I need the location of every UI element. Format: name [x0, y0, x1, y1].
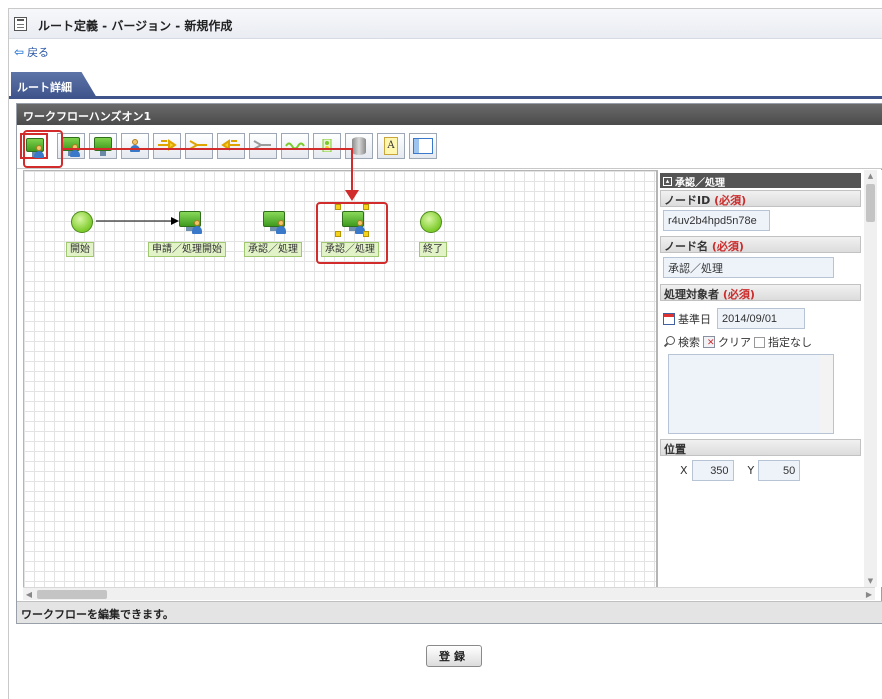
x-field[interactable] [691, 460, 734, 481]
tab-row: ルート詳細 [9, 72, 882, 98]
selection-handle[interactable] [335, 231, 341, 237]
canvas-hscrollbar[interactable]: ◀ ▶ [23, 587, 875, 600]
collapse-icon[interactable]: ▴ [663, 176, 672, 186]
apply-node-icon[interactable] [179, 211, 203, 235]
status-bar: ワークフローを編集できます。 [17, 601, 882, 623]
node-name-field[interactable] [663, 257, 834, 278]
selection-handle[interactable] [335, 204, 341, 210]
clear-link[interactable]: クリア [718, 334, 751, 350]
selection-handle[interactable] [363, 204, 369, 210]
scroll-thumb[interactable] [866, 184, 875, 222]
tab-route-detail[interactable]: ルート詳細 [11, 72, 97, 98]
position-row: X Y [680, 460, 801, 481]
drag-annotation-line [351, 148, 353, 194]
y-label: Y [747, 464, 755, 477]
hscroll-thumb[interactable] [37, 590, 107, 599]
document-icon [14, 17, 27, 31]
base-date-label: 基準日 [678, 312, 711, 326]
wait-tool-icon[interactable] [281, 133, 309, 159]
register-button[interactable]: 登録 [426, 645, 482, 667]
merge-tool-icon[interactable] [185, 133, 213, 159]
properties-title: ▴ 承認／処理 [660, 173, 861, 189]
connector-arrow [96, 217, 179, 225]
approve-node-1-icon[interactable] [263, 211, 287, 235]
process-node-tool-icon[interactable] [89, 133, 117, 159]
position-header: 位置 [660, 439, 861, 456]
no-spec-checkbox[interactable] [754, 336, 765, 348]
highlight-tool-button [23, 130, 63, 168]
target-list[interactable] [668, 354, 834, 434]
scroll-up-icon[interactable]: ▲ [864, 170, 877, 182]
back-label[interactable]: 戻る [27, 44, 49, 60]
drag-annotation-line [61, 148, 353, 150]
search-link[interactable]: 検索 [678, 334, 700, 350]
clear-icon[interactable] [703, 336, 715, 348]
start-node-icon[interactable] [71, 211, 93, 233]
calendar-icon[interactable] [663, 312, 675, 325]
user-node-tool-icon[interactable] [121, 133, 149, 159]
apply-node-label: 申請／処理開始 [148, 242, 226, 257]
end-node-label: 終了 [419, 242, 447, 257]
parallel-start-tool-icon[interactable] [217, 133, 245, 159]
base-date-field[interactable] [717, 308, 805, 329]
properties-panel: ▴ 承認／処理 ノードID (必須) ノード名 (必須) 処理対象者 (必須) … [657, 170, 882, 587]
target-list-scrollbar[interactable] [820, 355, 833, 433]
database-tool-icon[interactable] [345, 133, 373, 159]
target-actions-row: 検索 クリア 指定なし [663, 334, 812, 350]
y-field[interactable] [758, 460, 801, 481]
text-tool-icon[interactable]: A [377, 133, 405, 159]
start-node-label: 開始 [66, 242, 94, 257]
editor-title: ワークフローハンズオン1 [17, 104, 882, 125]
branch-tool-icon[interactable] [153, 133, 181, 159]
workflow-editor: ワークフローハンズオン1 A 開始 申請／処理開始 承認／処理 承認／処理 終了… [16, 103, 882, 624]
node-id-header: ノードID (必須) [660, 190, 861, 207]
node-id-field[interactable] [663, 210, 770, 231]
frame-tool-icon[interactable] [409, 133, 437, 159]
no-spec-label: 指定なし [768, 336, 812, 349]
page-title: ルート定義 - バージョン - 新規作成 [38, 19, 233, 33]
workflow-canvas[interactable]: 開始 申請／処理開始 承認／処理 承認／処理 終了 [23, 170, 657, 600]
properties-scrollbar[interactable]: ▲ ▼ [864, 170, 877, 587]
x-label: X [680, 464, 688, 477]
back-link[interactable]: ⇦ 戻る [14, 45, 49, 59]
scroll-down-icon[interactable]: ▼ [864, 575, 877, 587]
drag-annotation-arrow-icon [345, 190, 359, 201]
scroll-right-icon[interactable]: ▶ [863, 588, 875, 601]
node-name-header: ノード名 (必須) [660, 236, 861, 253]
approve-node-1-label: 承認／処理 [244, 242, 302, 257]
approve-node-2-label: 承認／処理 [321, 242, 379, 257]
properties-title-text: 承認／処理 [675, 177, 725, 189]
tab-underline [9, 96, 882, 99]
base-date-row: 基準日 [663, 308, 805, 329]
search-icon[interactable] [663, 336, 675, 348]
target-header: 処理対象者 (必須) [660, 284, 861, 301]
selection-handle[interactable] [363, 231, 369, 237]
end-node-icon[interactable] [420, 211, 442, 233]
condition-tool-icon[interactable] [313, 133, 341, 159]
toolbar: A [17, 125, 882, 169]
scroll-left-icon[interactable]: ◀ [23, 588, 35, 601]
parallel-end-tool-icon[interactable] [249, 133, 277, 159]
back-arrow-icon: ⇦ [14, 45, 25, 59]
